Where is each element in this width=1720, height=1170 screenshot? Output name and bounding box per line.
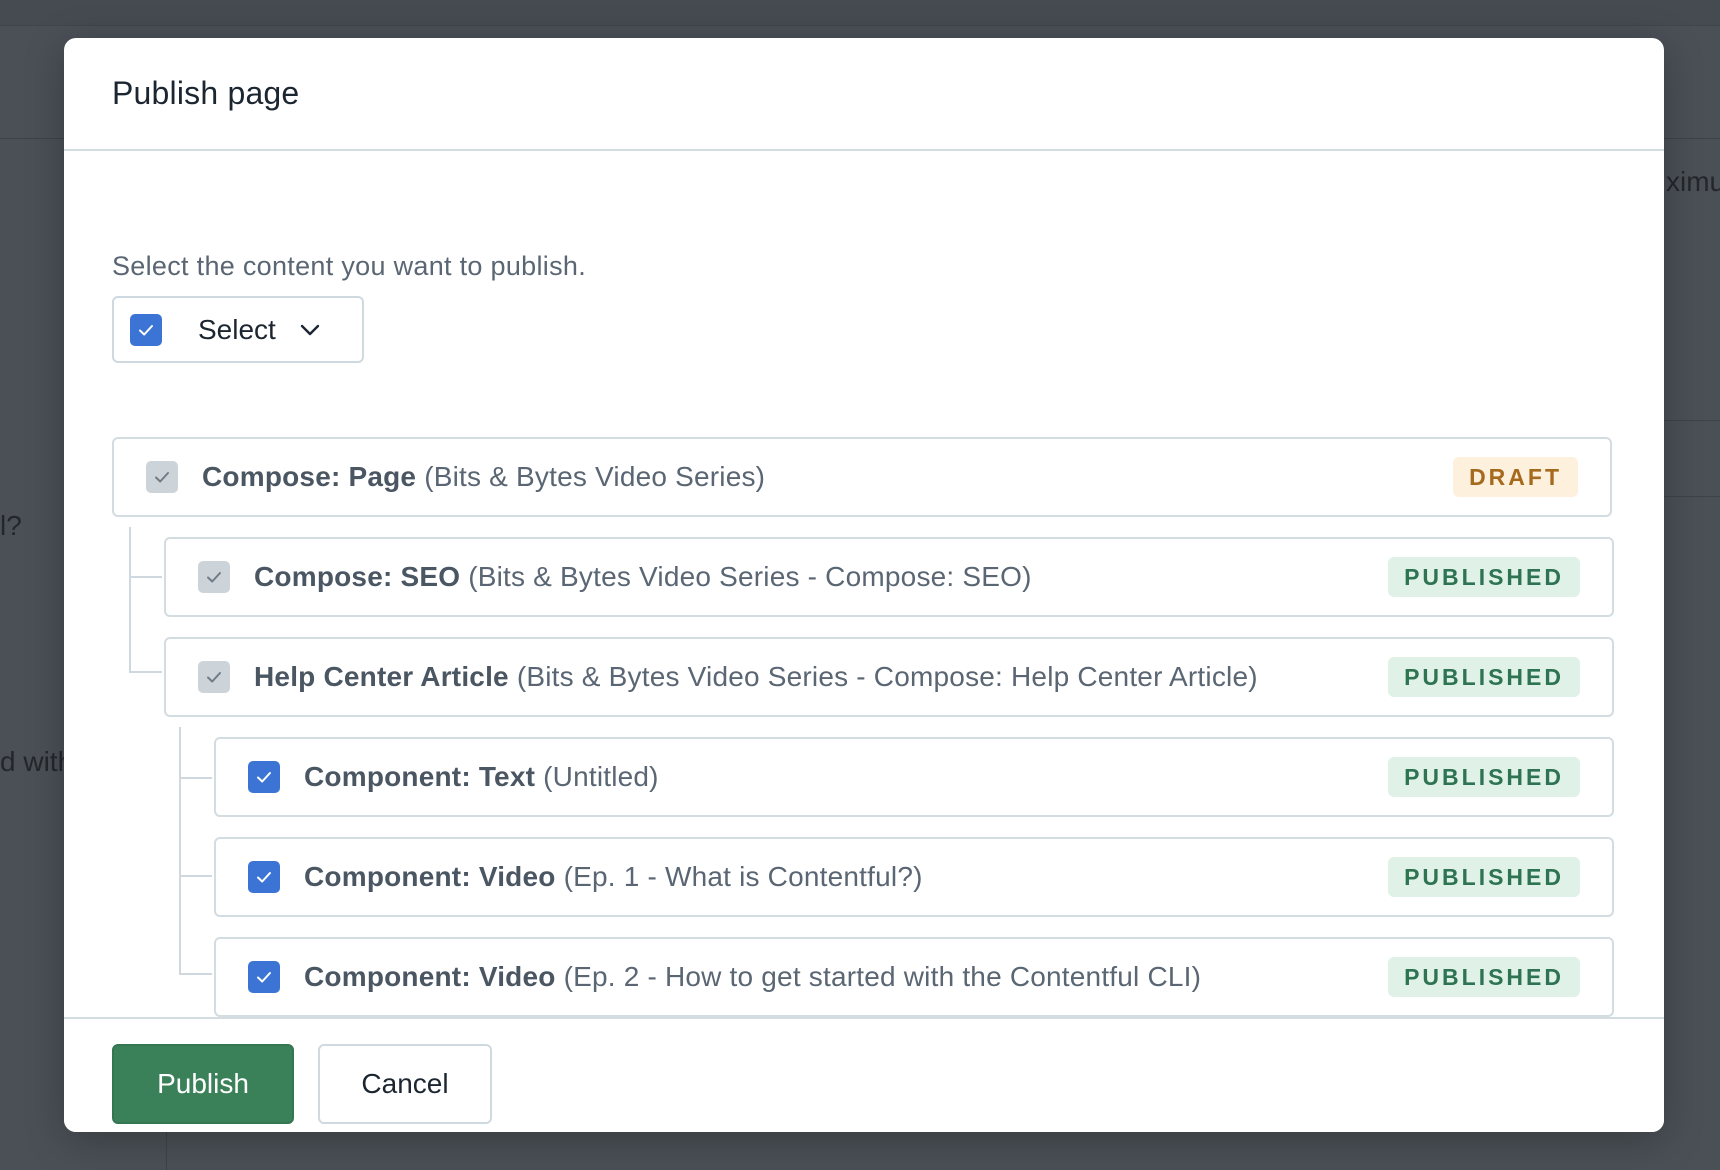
content-item[interactable]: Component: Video (Ep. 1 - What is Conten…	[214, 837, 1614, 917]
content-item[interactable]: Component: Text (Untitled) PUBLISHED	[214, 737, 1614, 817]
content-tree: Compose: Page (Bits & Bytes Video Series…	[64, 153, 1664, 1017]
check-icon	[257, 972, 271, 983]
cancel-button[interactable]: Cancel	[318, 1044, 492, 1124]
background-divider	[1664, 420, 1720, 421]
item-type: Component: Text	[304, 761, 536, 792]
status-badge: PUBLISHED	[1388, 557, 1580, 597]
tree-connector	[129, 671, 162, 673]
item-label: Compose: SEO (Bits & Bytes Video Series …	[254, 561, 1032, 593]
check-icon	[207, 672, 221, 683]
check-icon	[155, 472, 169, 483]
item-label: Component: Video (Ep. 2 - How to get sta…	[304, 961, 1201, 993]
item-title: (Untitled)	[543, 761, 659, 792]
dialog-body: Select the content you want to publish. …	[64, 153, 1664, 1017]
item-type: Component: Video	[304, 861, 556, 892]
content-item[interactable]: Compose: Page (Bits & Bytes Video Series…	[112, 437, 1612, 517]
item-label: Component: Video (Ep. 1 - What is Conten…	[304, 861, 923, 893]
item-checkbox[interactable]	[248, 761, 280, 793]
item-label: Compose: Page (Bits & Bytes Video Series…	[202, 461, 765, 493]
item-checkbox	[198, 561, 230, 593]
content-item[interactable]: Help Center Article (Bits & Bytes Video …	[164, 637, 1614, 717]
background-text-fragment: l?	[0, 510, 22, 541]
item-checkbox	[146, 461, 178, 493]
status-badge: PUBLISHED	[1388, 657, 1580, 697]
background-topbar	[0, 0, 1720, 26]
dialog-header: Publish page	[64, 38, 1664, 151]
item-type: Compose: SEO	[254, 561, 461, 592]
background-text-fragment: ximu	[1666, 166, 1720, 197]
status-badge: PUBLISHED	[1388, 957, 1580, 997]
item-title: (Bits & Bytes Video Series)	[424, 461, 766, 492]
tree-connector	[179, 973, 212, 975]
tree-connector	[179, 777, 212, 779]
item-type: Help Center Article	[254, 661, 509, 692]
item-label: Help Center Article (Bits & Bytes Video …	[254, 661, 1258, 693]
publish-dialog: Publish page Select the content you want…	[64, 38, 1664, 1132]
tree-connector	[179, 875, 212, 877]
status-badge: PUBLISHED	[1388, 757, 1580, 797]
content-item[interactable]: Component: Video (Ep. 2 - How to get sta…	[214, 937, 1614, 1017]
item-title: (Bits & Bytes Video Series - Compose: SE…	[468, 561, 1032, 592]
status-badge: PUBLISHED	[1388, 857, 1580, 897]
dialog-title: Publish page	[112, 75, 300, 111]
check-icon	[257, 772, 271, 783]
item-title: (Bits & Bytes Video Series - Compose: He…	[516, 661, 1258, 692]
check-icon	[207, 572, 221, 583]
item-title: (Ep. 1 - What is Contentful?)	[563, 861, 923, 892]
item-label: Component: Text (Untitled)	[304, 761, 659, 793]
item-checkbox[interactable]	[248, 961, 280, 993]
item-type: Compose: Page	[202, 461, 417, 492]
dialog-footer: Publish Cancel	[64, 1017, 1664, 1132]
background-divider	[1664, 496, 1720, 497]
status-badge: DRAFT	[1453, 457, 1578, 497]
publish-button[interactable]: Publish	[112, 1044, 294, 1124]
check-icon	[257, 872, 271, 883]
background-text-fragment: d with	[0, 746, 74, 777]
item-title: (Ep. 2 - How to get started with the Con…	[563, 961, 1202, 992]
item-checkbox	[198, 661, 230, 693]
content-item[interactable]: Compose: SEO (Bits & Bytes Video Series …	[164, 537, 1614, 617]
background-divider	[166, 1132, 167, 1170]
item-checkbox[interactable]	[248, 861, 280, 893]
tree-connector	[129, 576, 162, 578]
tree-connector	[179, 727, 181, 974]
item-type: Component: Video	[304, 961, 556, 992]
tree-connector	[129, 527, 131, 673]
